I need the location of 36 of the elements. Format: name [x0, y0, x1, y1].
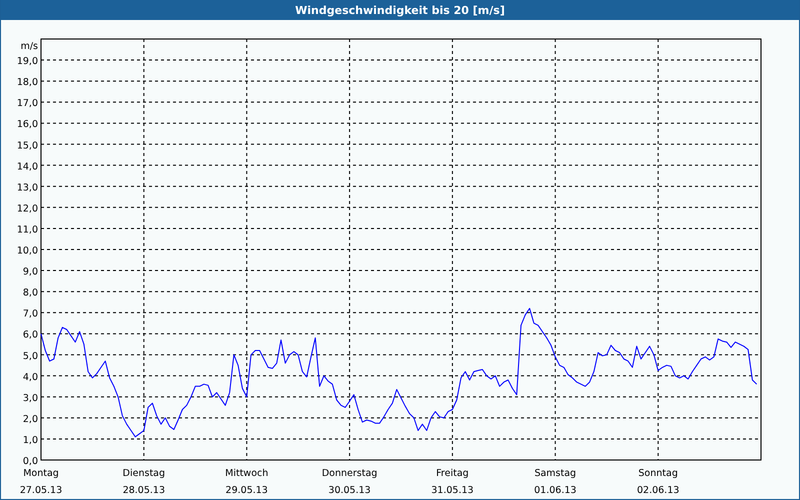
- y-tick-label: 19,0: [16, 56, 38, 68]
- y-tick-label: 10,0: [16, 246, 38, 256]
- day-label: Dienstag: [122, 468, 166, 479]
- y-tick-label: 4,0: [22, 372, 38, 383]
- y-tick-label: 14,0: [16, 161, 38, 172]
- y-tick-label: 15,0: [16, 140, 38, 152]
- day-label: Montag: [23, 468, 59, 479]
- chart-title: Windgeschwindigkeit bis 20 [m/s]: [295, 4, 505, 16]
- y-tick-label: 7,0: [22, 308, 38, 320]
- y-tick-label: 9,0: [22, 266, 38, 278]
- date-label: 31.05.13: [431, 485, 474, 496]
- y-tick-label: 8,0: [22, 288, 38, 299]
- date-label: 29.05.13: [226, 485, 268, 496]
- y-tick-label: 12,0: [16, 203, 38, 214]
- day-label: Freitag: [436, 468, 469, 479]
- date-label: 01.06.13: [534, 485, 576, 496]
- y-tick-label: 17,0: [16, 98, 38, 110]
- day-label: Mittwoch: [225, 468, 268, 479]
- day-label: Sonntag: [638, 468, 678, 479]
- date-label: 30.05.13: [328, 485, 371, 496]
- date-label: 27.05.13: [20, 485, 62, 496]
- y-tick-label: 1,0: [22, 434, 38, 446]
- y-axis-unit-label: m/s: [20, 41, 38, 52]
- y-tick-label: 18,0: [16, 77, 38, 88]
- date-label: 28.05.13: [122, 485, 166, 496]
- day-label: Samstag: [534, 468, 576, 479]
- y-tick-label: 2,0: [22, 414, 38, 425]
- y-tick-label: 0,0: [22, 456, 38, 467]
- y-tick-label: 11,0: [16, 224, 38, 236]
- y-tick-label: 3,0: [22, 392, 38, 404]
- date-label: 02.06.13: [636, 485, 680, 496]
- day-label: Donnerstag: [322, 468, 378, 479]
- y-tick-label: 13,0: [16, 182, 38, 194]
- y-tick-label: 16,0: [16, 119, 38, 130]
- y-tick-label: 5,0: [22, 350, 38, 362]
- y-tick-label: 6,0: [22, 330, 38, 341]
